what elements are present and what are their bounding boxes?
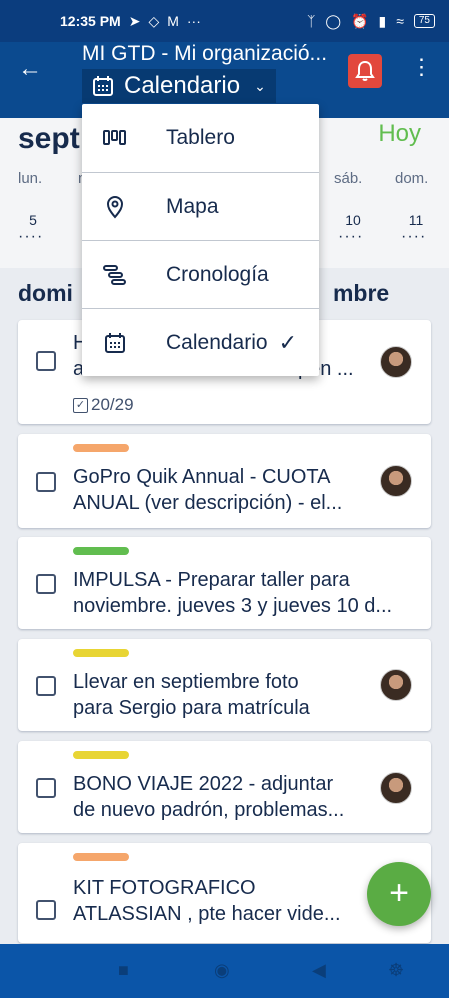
card-label bbox=[73, 547, 129, 555]
card-title-line2: para Sergio para matrícula bbox=[73, 697, 310, 719]
app-icon: ◇ bbox=[148, 12, 160, 29]
recents-icon[interactable]: ■ bbox=[118, 960, 129, 981]
checklist-icon: ✓ bbox=[73, 397, 88, 413]
card-label bbox=[73, 853, 129, 861]
avatar bbox=[380, 669, 412, 701]
calendar-icon bbox=[93, 76, 113, 96]
gmail-icon: M bbox=[167, 13, 179, 29]
notifications-button[interactable] bbox=[348, 54, 382, 88]
card-title-line1: GoPro Quik Annual - CUOTA bbox=[73, 466, 331, 488]
back-icon[interactable]: ◀ bbox=[312, 960, 326, 981]
view-switcher-label: Calendario bbox=[124, 72, 241, 99]
view-menu: Tablero Mapa Cronología Calendario ✓ bbox=[82, 104, 319, 376]
more-notifications-icon: ··· bbox=[186, 13, 201, 29]
card-label bbox=[73, 751, 129, 759]
card-title-line2: ATLASSIAN , pte hacer vide... bbox=[73, 903, 341, 925]
card-title-line2: noviembre. jueves 3 y jueves 10 d... bbox=[73, 595, 393, 617]
day-heading-end: mbre bbox=[332, 280, 390, 306]
accessibility-icon[interactable]: ☸ bbox=[388, 960, 404, 981]
weekday-label: dom. bbox=[395, 170, 429, 187]
today-button[interactable]: Hoy bbox=[378, 120, 421, 148]
card-title-line1: BONO VIAJE 2022 - adjuntar bbox=[73, 773, 334, 795]
day-cell[interactable]: 11 bbox=[401, 212, 431, 228]
status-time: 12:35 PM bbox=[60, 13, 121, 29]
board-title: MI GTD - Mi organizació... bbox=[82, 42, 328, 65]
menu-item-cronologia[interactable]: Cronología bbox=[82, 241, 319, 309]
status-bar: 12:35 PM ➤ ◇ M ··· ᛉ ◯ ⏰ ▮ ≈ 75 bbox=[0, 0, 449, 42]
weekday-label: lun. bbox=[18, 170, 43, 187]
battery-icon: 75 bbox=[413, 14, 435, 28]
board-icon bbox=[102, 125, 128, 151]
card-checkbox[interactable] bbox=[36, 472, 56, 492]
more-options-icon[interactable]: ⋮ bbox=[410, 54, 434, 84]
home-icon[interactable]: ◉ bbox=[214, 960, 230, 981]
calendar-icon bbox=[102, 330, 128, 356]
card-checkbox[interactable] bbox=[36, 351, 56, 371]
menu-item-label: Tablero bbox=[166, 126, 235, 149]
toggle-icon: ◯ bbox=[325, 12, 342, 29]
add-card-button[interactable]: + bbox=[367, 862, 431, 926]
menu-item-label: Cronología bbox=[166, 263, 269, 286]
alarm-icon: ⏰ bbox=[351, 12, 369, 29]
menu-item-label: Calendario bbox=[166, 331, 268, 354]
checklist-count: 20/29 bbox=[91, 395, 134, 414]
card-title-line2: ANUAL (ver descripción) - el... bbox=[73, 492, 343, 514]
event-dots: ···· bbox=[338, 228, 364, 245]
card-title-line1: Llevar en septiembre foto bbox=[73, 671, 299, 693]
checkmark-icon: ✓ bbox=[278, 330, 297, 355]
card-title-line1: KIT FOTOGRAFICO bbox=[73, 877, 256, 899]
menu-item-tablero[interactable]: Tablero bbox=[82, 104, 319, 172]
signal-icon: ▮ bbox=[378, 12, 387, 29]
wifi-icon: ≈ bbox=[396, 13, 404, 29]
card-checkbox[interactable] bbox=[36, 574, 56, 594]
card-3[interactable]: Llevar en septiembre foto para Sergio pa… bbox=[18, 639, 431, 731]
system-nav-bar: ■ ◉ ◀ ☸ bbox=[0, 944, 449, 998]
card-2[interactable]: IMPULSA - Preparar taller para noviembre… bbox=[18, 537, 431, 629]
day-cell[interactable]: 10 bbox=[338, 212, 368, 228]
map-pin-icon bbox=[102, 194, 128, 220]
event-dots: ···· bbox=[401, 228, 427, 245]
timeline-icon bbox=[102, 262, 128, 288]
month-title: sept bbox=[18, 122, 80, 155]
card-checkbox[interactable] bbox=[36, 900, 56, 920]
card-checkbox[interactable] bbox=[36, 778, 56, 798]
menu-item-label: Mapa bbox=[166, 195, 219, 218]
day-heading-start: domi bbox=[18, 280, 73, 306]
menu-item-mapa[interactable]: Mapa bbox=[82, 173, 319, 241]
card-label bbox=[73, 649, 129, 657]
day-cell[interactable]: 5 bbox=[18, 212, 48, 228]
bell-icon bbox=[355, 60, 375, 81]
card-label bbox=[73, 444, 129, 452]
card-4[interactable]: BONO VIAJE 2022 - adjuntar de nuevo padr… bbox=[18, 741, 431, 833]
menu-item-calendario[interactable]: Calendario ✓ bbox=[82, 309, 319, 377]
chevron-down-icon: ⌄ bbox=[254, 77, 266, 94]
card-1[interactable]: GoPro Quik Annual - CUOTA ANUAL (ver des… bbox=[18, 434, 431, 528]
card-title-line1: IMPULSA - Preparar taller para bbox=[73, 569, 350, 591]
avatar bbox=[380, 772, 412, 804]
weekday-label: sáb. bbox=[334, 170, 363, 187]
view-switcher[interactable]: Calendario ⌄ bbox=[82, 69, 276, 103]
card-checkbox[interactable] bbox=[36, 676, 56, 696]
avatar bbox=[380, 346, 412, 378]
avatar bbox=[380, 465, 412, 497]
card-title-line2: de nuevo padrón, problemas... bbox=[73, 799, 345, 821]
telegram-icon: ➤ bbox=[128, 12, 141, 29]
checklist-badge: ✓ 20/29 bbox=[73, 395, 134, 415]
event-dots: ···· bbox=[18, 228, 44, 245]
back-arrow-icon[interactable]: ← bbox=[18, 56, 46, 84]
bluetooth-icon: ᛉ bbox=[306, 13, 316, 29]
